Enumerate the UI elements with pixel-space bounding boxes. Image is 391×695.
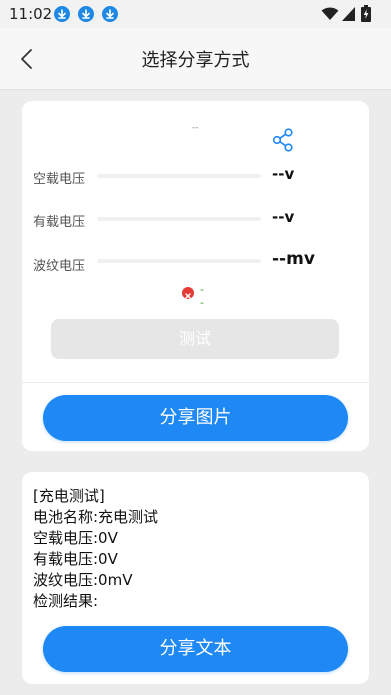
- no-load-voltage-value: --v: [272, 165, 295, 183]
- text-line: [充电测试]: [33, 487, 105, 505]
- ripple-voltage-value: --mv: [272, 249, 315, 269]
- top-placeholder: --: [192, 123, 199, 133]
- download-icon: [102, 6, 118, 22]
- battery-charging-icon: [361, 5, 371, 22]
- signal-icon: [342, 7, 355, 21]
- test-button[interactable]: 测试: [51, 319, 339, 359]
- download-icon: [78, 6, 94, 22]
- app-header: 选择分享方式: [0, 28, 391, 90]
- download-icon: [54, 6, 70, 22]
- load-voltage-bar: [97, 217, 261, 221]
- no-load-voltage-bar: [97, 174, 261, 178]
- status-time: 11:02: [9, 5, 53, 23]
- text-line: 空载电压:0V: [33, 529, 118, 547]
- share-icon[interactable]: [272, 128, 294, 152]
- share-image-card: -- 空载电压 --v 有载电压 --v 波纹电压 --mv -- 测试 分享图…: [22, 101, 369, 451]
- status-icons: [321, 5, 383, 23]
- share-image-button[interactable]: 分享图片: [43, 395, 348, 441]
- page-title: 选择分享方式: [141, 50, 250, 71]
- load-voltage-value: --v: [272, 208, 295, 226]
- divider: [22, 382, 369, 383]
- result-text: --: [200, 283, 204, 309]
- share-text-button[interactable]: 分享文本: [43, 626, 348, 672]
- text-line: 电池名称:充电测试: [33, 508, 159, 526]
- share-text-card: [充电测试] 电池名称:充电测试 空载电压:0V 有载电压:0V 波纹电压:0m…: [22, 472, 369, 684]
- wifi-icon: [321, 7, 339, 20]
- text-line: 有载电压:0V: [33, 550, 118, 568]
- text-line: 检测结果:: [33, 592, 99, 610]
- status-bar: 11:02: [0, 0, 391, 28]
- load-voltage-label: 有载电压: [33, 215, 86, 230]
- ripple-voltage-label: 波纹电压: [33, 259, 86, 274]
- text-line: 波纹电压:0mV: [33, 571, 133, 589]
- no-load-voltage-label: 空载电压: [33, 172, 86, 187]
- share-text-content: [充电测试] 电池名称:充电测试 空载电压:0V 有载电压:0V 波纹电压:0m…: [33, 486, 158, 612]
- ripple-voltage-bar: [97, 259, 261, 263]
- error-icon: [182, 287, 194, 299]
